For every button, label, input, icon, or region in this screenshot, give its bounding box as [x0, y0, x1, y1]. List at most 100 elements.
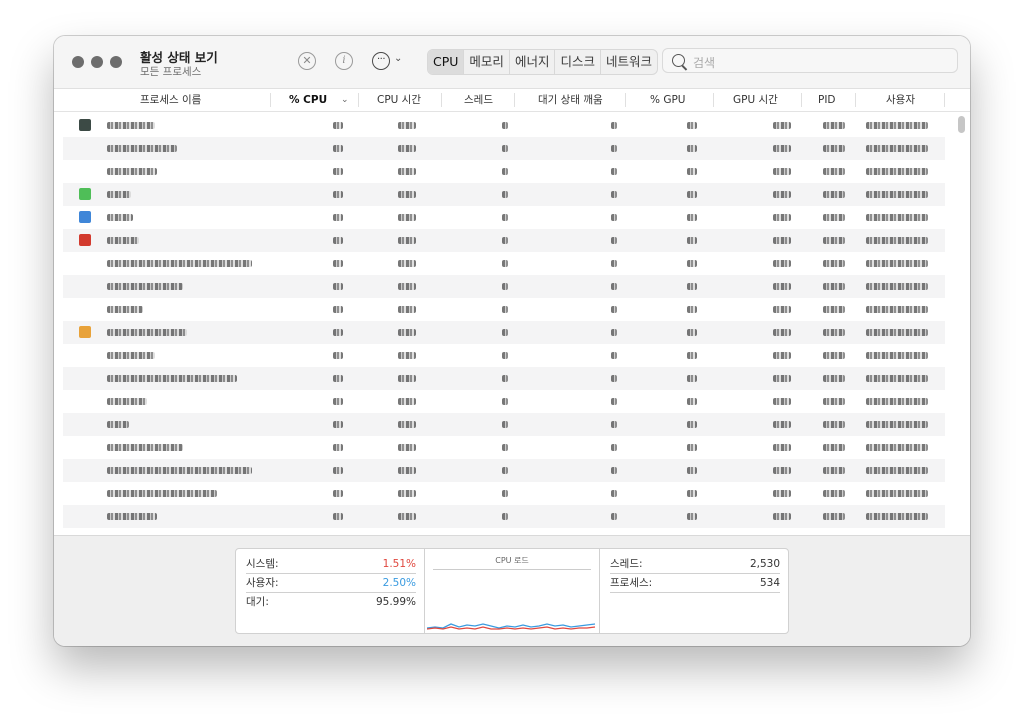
redacted-cell [502, 490, 508, 497]
redacted-cell [398, 214, 416, 221]
redacted-process-name [107, 444, 183, 451]
redacted-cell [398, 513, 416, 520]
cpu-load-box: CPU 로드 [424, 548, 600, 634]
app-icon [79, 188, 91, 200]
info-icon[interactable]: i [335, 52, 353, 70]
column-divider [270, 93, 271, 107]
redacted-cell [823, 490, 845, 497]
redacted-cell [773, 490, 791, 497]
redacted-cell [398, 122, 416, 129]
table-row[interactable] [63, 183, 945, 206]
redacted-cell [687, 490, 697, 497]
redacted-cell [611, 260, 617, 267]
threads-label: 스레드: [610, 558, 643, 570]
redacted-cell [502, 398, 508, 405]
redacted-cell [866, 513, 928, 520]
tab-energy[interactable]: 에너지 [508, 50, 555, 74]
table-row[interactable] [63, 436, 945, 459]
column-gpu-percent[interactable]: % GPU [650, 89, 685, 111]
redacted-cell [611, 283, 617, 290]
redacted-cell [611, 398, 617, 405]
redacted-process-name [107, 283, 183, 290]
redacted-cell [866, 375, 928, 382]
redacted-process-name [107, 145, 177, 152]
tab-memory[interactable]: 메모리 [463, 50, 509, 74]
table-row[interactable] [63, 344, 945, 367]
redacted-cell [398, 467, 416, 474]
table-row[interactable] [63, 229, 945, 252]
table-row[interactable] [63, 160, 945, 183]
redacted-cell [333, 421, 343, 428]
column-process-name[interactable]: 프로세스 이름 [140, 89, 201, 111]
column-cpu-percent[interactable]: % CPU [289, 89, 327, 111]
redacted-cell [773, 467, 791, 474]
table-row[interactable] [63, 321, 945, 344]
processes-stat: 프로세스: 534 [610, 574, 780, 593]
table-row[interactable] [63, 367, 945, 390]
redacted-cell [333, 122, 343, 129]
stop-process-icon[interactable]: ✕ [298, 52, 316, 70]
redacted-cell [333, 398, 343, 405]
redacted-cell [333, 145, 343, 152]
table-row[interactable] [63, 137, 945, 160]
redacted-cell [398, 398, 416, 405]
redacted-process-name [107, 306, 143, 313]
table-row[interactable] [63, 114, 945, 137]
sort-chevron-icon[interactable]: ⌄ [341, 89, 349, 111]
table-row[interactable] [63, 482, 945, 505]
redacted-cell [773, 260, 791, 267]
redacted-cell [866, 214, 928, 221]
table-row[interactable] [63, 459, 945, 482]
table-row[interactable] [63, 413, 945, 436]
column-idle-wakeups[interactable]: 대기 상태 깨움 [538, 89, 603, 111]
table-row[interactable] [63, 206, 945, 229]
redacted-process-name [107, 490, 217, 497]
tab-network[interactable]: 네트워크 [599, 50, 657, 74]
redacted-process-name [107, 329, 187, 336]
redacted-cell [773, 329, 791, 336]
redacted-cell [333, 260, 343, 267]
table-row[interactable] [63, 390, 945, 413]
processes-label: 프로세스: [610, 577, 653, 589]
user-stat: 사용자: 2.50% [246, 574, 416, 593]
column-cpu-time[interactable]: CPU 시간 [377, 89, 421, 111]
table-row[interactable] [63, 275, 945, 298]
table-row[interactable] [63, 505, 945, 528]
redacted-cell [502, 168, 508, 175]
redacted-cell [687, 398, 697, 405]
redacted-cell [611, 421, 617, 428]
table-row[interactable] [63, 252, 945, 275]
redacted-process-name [107, 513, 157, 520]
category-tabs: CPU 메모리 에너지 디스크 네트워크 [427, 49, 658, 75]
scroll-thumb[interactable] [958, 116, 965, 133]
redacted-cell [611, 467, 617, 474]
tab-disk[interactable]: 디스크 [554, 50, 600, 74]
column-gpu-time[interactable]: GPU 시간 [733, 89, 778, 111]
redacted-cell [823, 375, 845, 382]
redacted-cell [687, 352, 697, 359]
redacted-cell [773, 306, 791, 313]
minimize-window-button[interactable] [91, 56, 103, 68]
redacted-cell [687, 260, 697, 267]
redacted-cell [611, 306, 617, 313]
zoom-window-button[interactable] [110, 56, 122, 68]
redacted-cell [611, 191, 617, 198]
close-window-button[interactable] [72, 56, 84, 68]
more-options-icon[interactable]: ··· [372, 52, 390, 70]
redacted-cell [398, 444, 416, 451]
chevron-down-icon[interactable]: ⌄ [394, 53, 402, 64]
redacted-cell [502, 444, 508, 451]
column-user[interactable]: 사용자 [886, 89, 915, 111]
tab-cpu[interactable]: CPU [428, 50, 464, 74]
search-field[interactable]: 검색 [662, 48, 958, 73]
table-row[interactable] [63, 298, 945, 321]
redacted-cell [611, 214, 617, 221]
column-pid[interactable]: PID [818, 89, 836, 111]
redacted-cell [866, 191, 928, 198]
cpu-load-graph [427, 623, 596, 630]
column-threads[interactable]: 스레드 [464, 89, 493, 111]
search-placeholder: 검색 [693, 56, 716, 70]
redacted-cell [502, 467, 508, 474]
scrollbar[interactable] [954, 114, 965, 532]
redacted-cell [333, 467, 343, 474]
